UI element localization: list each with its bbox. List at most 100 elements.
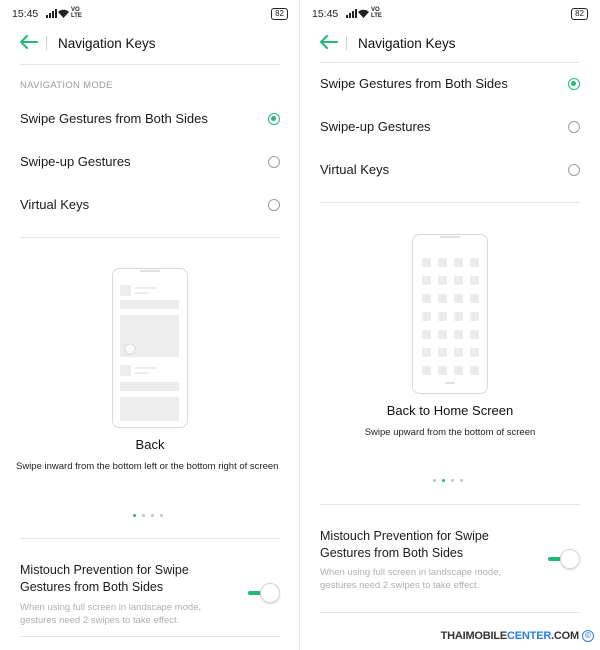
status-time: 15:45 xyxy=(312,8,339,20)
app-icon-placeholder xyxy=(454,366,463,375)
app-icon-placeholder xyxy=(470,348,479,357)
signal-icon xyxy=(46,9,57,18)
app-icon-placeholder xyxy=(438,294,447,303)
app-icon-placeholder xyxy=(438,258,447,267)
app-icon-placeholder xyxy=(470,276,479,285)
app-icon-placeholder xyxy=(438,312,447,321)
watermark-main: THAIMOBILE xyxy=(440,630,508,642)
page-indicator xyxy=(433,479,463,482)
app-icon-placeholder xyxy=(422,330,431,339)
app-icon-placeholder xyxy=(422,348,431,357)
page-dot-active xyxy=(442,479,445,482)
phone-home-illustration xyxy=(412,234,488,394)
back-arrow-icon[interactable] xyxy=(20,35,38,49)
app-icon-placeholder xyxy=(470,330,479,339)
pager-divider xyxy=(20,538,280,539)
app-icon-placeholder xyxy=(454,258,463,267)
volte-icon: VO LTE xyxy=(371,7,382,19)
page-title: Navigation Keys xyxy=(358,36,456,51)
watermark-brand: CENTER xyxy=(507,630,552,642)
option-label: Swipe Gestures from Both Sides xyxy=(320,76,508,91)
radio-selected[interactable] xyxy=(268,113,280,125)
radio-unselected[interactable] xyxy=(268,199,280,211)
battery-icon: 82 xyxy=(271,8,288,20)
toggle-knob xyxy=(560,549,580,569)
radio-unselected[interactable] xyxy=(568,121,580,133)
page-dot xyxy=(460,479,463,482)
app-icon-placeholder xyxy=(454,294,463,303)
header-separator xyxy=(346,36,347,50)
wifi-icon xyxy=(58,9,69,18)
mistouch-title: Mistouch Prevention for Swipe Gestures f… xyxy=(320,529,489,560)
page-dot xyxy=(451,479,454,482)
gesture-description: Swipe inward from the bottom left or the… xyxy=(16,461,279,472)
option-label: Virtual Keys xyxy=(20,197,90,212)
page-dot xyxy=(151,514,154,517)
header: Navigation Keys xyxy=(300,28,600,58)
copyright-icon: © xyxy=(582,630,594,642)
phone-back-illustration xyxy=(112,268,188,428)
options-divider xyxy=(320,202,580,203)
app-icon-placeholder xyxy=(422,258,431,267)
battery-icon: 82 xyxy=(571,8,588,20)
app-icon-placeholder xyxy=(422,366,431,375)
app-icon-placeholder xyxy=(422,294,431,303)
status-bar: 15:45 VO LTE 82 xyxy=(12,7,288,22)
option-label: Swipe Gestures from Both Sides xyxy=(20,111,208,126)
page-indicator xyxy=(133,514,163,517)
app-icon-placeholder xyxy=(438,330,447,339)
app-icon-placeholder xyxy=(422,312,431,321)
mistouch-description: When using full screen in landscape mode… xyxy=(320,567,502,591)
mistouch-toggle[interactable] xyxy=(548,549,580,569)
page-dot xyxy=(142,514,145,517)
header-divider xyxy=(320,62,580,63)
page-dot-active xyxy=(133,514,136,517)
gesture-title: Back to Home Screen xyxy=(386,403,514,418)
app-icon-placeholder xyxy=(438,366,447,375)
app-icon-placeholder xyxy=(454,348,463,357)
header-separator xyxy=(46,36,47,50)
app-icon-placeholder xyxy=(438,348,447,357)
radio-unselected[interactable] xyxy=(568,164,580,176)
page-title: Navigation Keys xyxy=(58,36,156,51)
app-icon-placeholder xyxy=(438,276,447,285)
watermark-suffix: .COM xyxy=(551,630,579,642)
app-icon-placeholder xyxy=(454,276,463,285)
app-icon-placeholder xyxy=(454,312,463,321)
pager-divider xyxy=(320,504,580,505)
page-dot xyxy=(160,514,163,517)
option-virtual-keys[interactable]: Virtual Keys xyxy=(320,154,580,184)
bottom-divider xyxy=(20,636,280,637)
option-swipe-up[interactable]: Swipe-up Gestures xyxy=(20,146,280,176)
mistouch-toggle[interactable] xyxy=(248,583,280,603)
status-bar: 15:45 VO LTE 82 xyxy=(312,7,588,22)
radio-selected[interactable] xyxy=(568,78,580,90)
app-icon-placeholder xyxy=(422,276,431,285)
app-icon-placeholder xyxy=(470,366,479,375)
status-time: 15:45 xyxy=(12,8,39,20)
option-swipe-both-sides[interactable]: Swipe Gestures from Both Sides xyxy=(20,103,280,133)
back-arrow-icon[interactable] xyxy=(320,35,338,49)
option-virtual-keys[interactable]: Virtual Keys xyxy=(20,189,280,219)
option-swipe-up[interactable]: Swipe-up Gestures xyxy=(320,111,580,141)
gesture-title: Back xyxy=(135,437,165,452)
page-dot xyxy=(433,479,436,482)
app-icon-placeholder xyxy=(470,258,479,267)
volte-icon: VO LTE xyxy=(71,7,82,19)
option-swipe-both-sides[interactable]: Swipe Gestures from Both Sides xyxy=(320,68,580,98)
option-label: Swipe-up Gestures xyxy=(320,119,431,134)
radio-unselected[interactable] xyxy=(268,156,280,168)
app-icon-placeholder xyxy=(470,294,479,303)
header: Navigation Keys xyxy=(0,28,300,58)
bottom-divider xyxy=(320,612,580,613)
section-label: NAVIGATION MODE xyxy=(20,80,113,91)
left-screen: 15:45 VO LTE 82 Navigation Keys NAVIGATI… xyxy=(0,0,300,650)
right-screen: 15:45 VO LTE 82 Navigation Keys Swipe Ge… xyxy=(300,0,600,650)
gesture-description: Swipe upward from the bottom of screen xyxy=(364,427,536,438)
watermark-logo: THAIMOBILECENTER.COM © xyxy=(441,630,594,642)
options-divider xyxy=(20,237,280,238)
mistouch-title: Mistouch Prevention for Swipe Gestures f… xyxy=(20,563,189,594)
mistouch-description: When using full screen in landscape mode… xyxy=(20,602,202,626)
option-label: Swipe-up Gestures xyxy=(20,154,131,169)
option-label: Virtual Keys xyxy=(320,162,390,177)
